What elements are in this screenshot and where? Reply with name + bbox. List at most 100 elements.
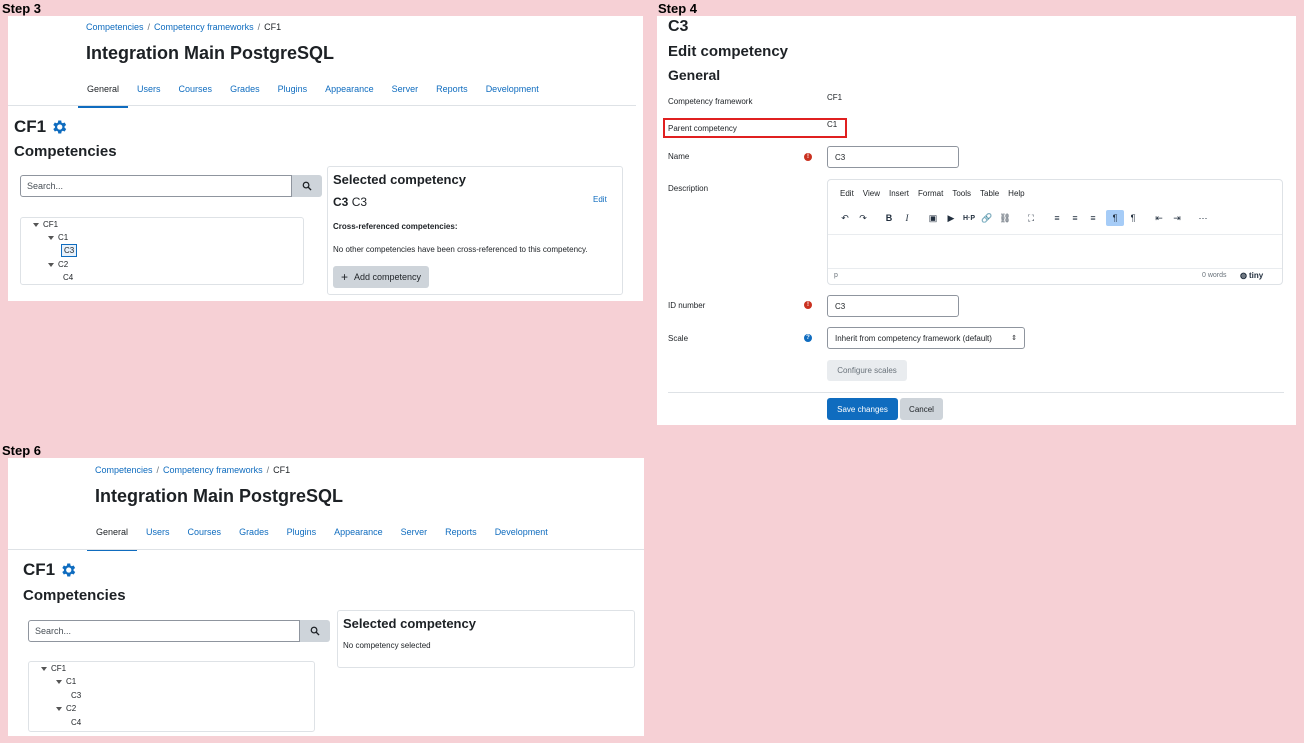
align-right-icon[interactable]: ≡: [1084, 210, 1102, 226]
tab-development[interactable]: Development: [477, 82, 548, 106]
tree-node-c2[interactable]: C2: [48, 260, 68, 269]
search-input[interactable]: [20, 175, 292, 197]
tab-development[interactable]: Development: [486, 525, 557, 549]
parent-label: Parent competency: [668, 124, 737, 133]
breadcrumb-current: CF1: [264, 22, 282, 32]
scale-select[interactable]: Inherit from competency framework (defau…: [827, 327, 1025, 349]
cross-ref-text: No other competencies have been cross-re…: [333, 245, 588, 254]
name-input[interactable]: C3: [827, 146, 959, 168]
tree-node-c1[interactable]: C1: [56, 677, 76, 686]
framework-title: CF1: [23, 560, 77, 580]
tab-grades[interactable]: Grades: [230, 525, 278, 549]
tree-node-cf1[interactable]: CF1: [41, 664, 66, 673]
search-button[interactable]: [292, 175, 322, 197]
rtl-icon[interactable]: ¶: [1124, 210, 1142, 226]
step-6-panel: Competencies / Competency frameworks / CF1 I…: [8, 458, 644, 736]
ltr-icon[interactable]: ¶: [1106, 210, 1124, 226]
search-button[interactable]: [300, 620, 330, 642]
breadcrumb-frameworks[interactable]: Competency frameworks: [163, 465, 263, 475]
tree-node-label: CF1: [43, 220, 59, 229]
tab-appearance[interactable]: Appearance: [325, 525, 392, 549]
tree-node-label: C1: [66, 677, 77, 686]
tree-node-c3-selected[interactable]: C3: [61, 244, 78, 257]
framework-title: CF1: [14, 117, 68, 137]
bold-icon[interactable]: B: [880, 210, 898, 226]
framework-label: Competency framework: [668, 97, 753, 106]
help-icon[interactable]: ?: [804, 334, 812, 342]
tab-server[interactable]: Server: [383, 82, 428, 106]
selected-competency-name: C3 C3: [333, 195, 367, 209]
configure-scales-button[interactable]: Configure scales: [827, 360, 907, 381]
fullscreen-icon[interactable]: ⛶: [1022, 210, 1040, 226]
tab-appearance[interactable]: Appearance: [316, 82, 383, 106]
tab-plugins[interactable]: Plugins: [269, 82, 317, 106]
gear-icon[interactable]: [50, 118, 68, 136]
breadcrumb-frameworks[interactable]: Competency frameworks: [154, 22, 254, 32]
italic-icon[interactable]: I: [898, 210, 916, 226]
framework-value: CF1: [827, 93, 843, 102]
tree-node-cf1[interactable]: CF1: [33, 220, 58, 229]
step-4-panel: C3 Edit competency General Competency fr…: [657, 16, 1296, 425]
tree-node-c4[interactable]: C4: [71, 718, 81, 727]
competency-heading: C3: [668, 18, 689, 35]
image-icon[interactable]: ▣: [924, 210, 942, 226]
tab-reports[interactable]: Reports: [427, 82, 477, 106]
tab-users[interactable]: Users: [137, 525, 179, 549]
save-button[interactable]: Save changes: [827, 398, 898, 420]
tree-node-c3[interactable]: C3: [71, 691, 81, 700]
breadcrumb: Competencies / Competency frameworks / CF1: [95, 465, 291, 475]
page-title: Edit competency: [668, 43, 789, 60]
undo-icon[interactable]: ↶: [836, 210, 854, 226]
tab-plugins[interactable]: Plugins: [278, 525, 326, 549]
tab-courses[interactable]: Courses: [170, 82, 222, 106]
breadcrumb: Competencies / Competency frameworks / CF1: [86, 22, 282, 32]
menu-edit[interactable]: Edit: [840, 189, 854, 198]
menu-help[interactable]: Help: [1008, 189, 1024, 198]
add-competency-button[interactable]: + Add competency: [333, 266, 429, 288]
link-icon[interactable]: 🔗: [978, 210, 996, 226]
redo-icon[interactable]: ↷: [854, 210, 872, 226]
tab-general[interactable]: General: [87, 525, 138, 551]
h5p-icon[interactable]: H·P: [960, 210, 978, 226]
tab-reports[interactable]: Reports: [436, 525, 486, 549]
menu-tools[interactable]: Tools: [952, 189, 971, 198]
breadcrumb-competencies[interactable]: Competencies: [86, 22, 144, 32]
media-icon[interactable]: ▶: [942, 210, 960, 226]
expand-caret-icon: [48, 235, 54, 240]
competency-tree: CF1 C1 C3 C2 C4: [20, 217, 304, 285]
required-icon: !: [804, 153, 812, 161]
outdent-icon[interactable]: ⇤: [1150, 210, 1168, 226]
tab-server[interactable]: Server: [392, 525, 437, 549]
tab-courses[interactable]: Courses: [179, 525, 231, 549]
site-title: Integration Main PostgreSQL: [95, 486, 344, 506]
step-4-label: Step 4: [658, 1, 698, 16]
more-icon[interactable]: ⋯: [1194, 210, 1212, 226]
breadcrumb-competencies[interactable]: Competencies: [95, 465, 153, 475]
tree-node-label: C3: [64, 246, 75, 255]
selected-competency-panel: Selected competency C3 C3 Edit Cross-ref…: [327, 166, 623, 295]
scale-select-value: Inherit from competency framework (defau…: [835, 333, 992, 343]
tree-node-c2[interactable]: C2: [56, 704, 76, 713]
tiny-logo[interactable]: ◍ tiny: [1240, 271, 1263, 280]
cancel-button[interactable]: Cancel: [900, 398, 943, 420]
idnumber-input[interactable]: C3: [827, 295, 959, 317]
align-center-icon[interactable]: ≡: [1066, 210, 1084, 226]
tab-users[interactable]: Users: [128, 82, 170, 106]
edit-link[interactable]: Edit: [593, 195, 607, 204]
search-input[interactable]: [28, 620, 300, 642]
expand-caret-icon: [56, 679, 62, 684]
competencies-heading: Competencies: [14, 143, 117, 160]
menu-view[interactable]: View: [863, 189, 880, 198]
menu-format[interactable]: Format: [918, 189, 943, 198]
tab-grades[interactable]: Grades: [221, 82, 269, 106]
indent-icon[interactable]: ⇥: [1168, 210, 1186, 226]
align-left-icon[interactable]: ≡: [1048, 210, 1066, 226]
menu-table[interactable]: Table: [980, 189, 999, 198]
tree-node-c1[interactable]: C1: [48, 233, 68, 242]
step-3-panel: Competencies / Competency frameworks / CF1 I…: [8, 16, 643, 301]
unlink-icon[interactable]: ⛓: [996, 210, 1014, 226]
menu-insert[interactable]: Insert: [889, 189, 909, 198]
gear-icon[interactable]: [59, 561, 77, 579]
add-competency-label: Add competency: [353, 272, 422, 282]
tree-node-c4[interactable]: C4: [63, 273, 73, 282]
